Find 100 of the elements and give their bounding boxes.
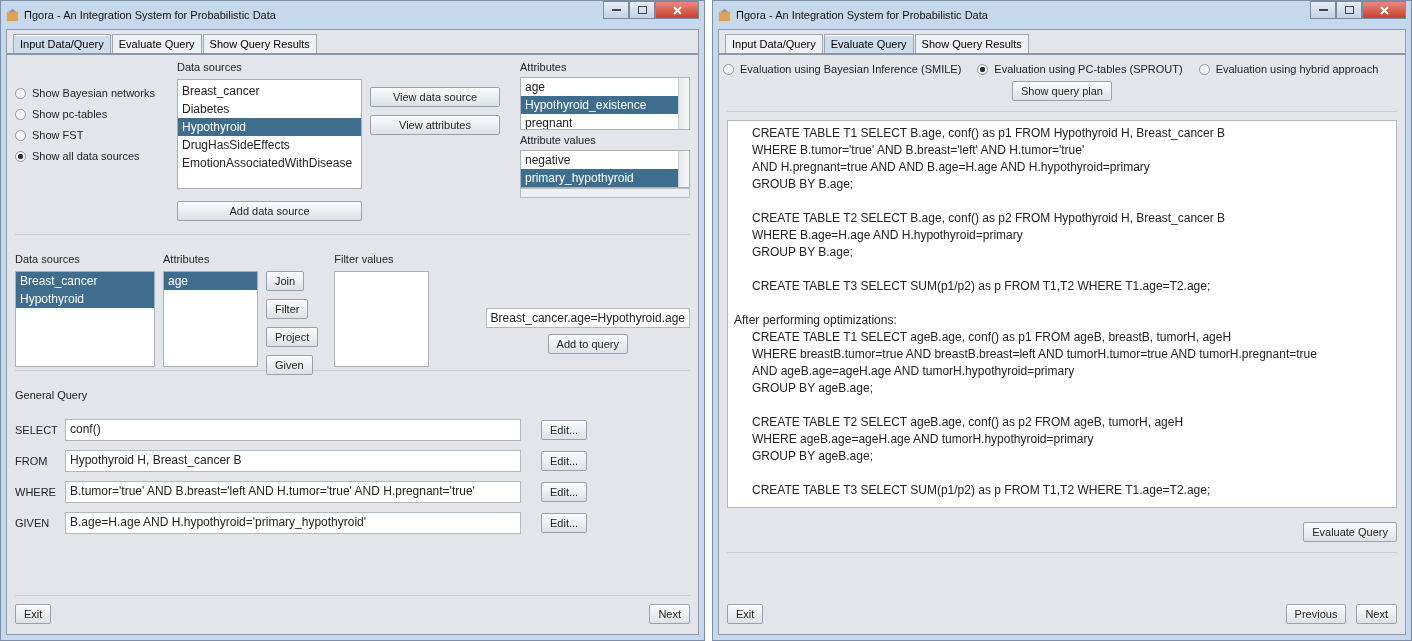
code-line: GROUP BY ageB.age; [752, 380, 874, 397]
radio-label: Show FST [32, 129, 84, 141]
footer-button[interactable]: Previous [1285, 604, 1347, 624]
radio-button[interactable] [723, 63, 734, 75]
operation-button[interactable]: Join [266, 270, 305, 291]
vertical-scrollbar[interactable] [678, 78, 689, 129]
tab[interactable]: Input Data/Query [725, 34, 823, 53]
list-item[interactable]: negative [521, 151, 678, 169]
window-title: Πgora - An Integration System for Probabilistic Data [24, 9, 276, 21]
list-item[interactable]: Diabetes [178, 100, 361, 118]
section-label: Attribute values [520, 134, 597, 146]
condition-field[interactable]: Breast_cancer.age=Hypothyroid.age [485, 307, 690, 328]
radio-button[interactable] [1198, 63, 1210, 75]
maximize-button[interactable] [1336, 1, 1362, 19]
minimize-button[interactable] [1310, 1, 1336, 19]
tab[interactable]: Input Data/Query [13, 34, 111, 53]
code-line: CREATE TABLE T3 SELECT SUM(p1/p2) as p FROM T1,T2 WHERE T1.age=T2.age; [752, 482, 1212, 499]
section-label: Attributes [163, 252, 211, 265]
list-item[interactable]: Hypothyroid_existence [521, 96, 678, 114]
radio-button[interactable] [15, 108, 26, 120]
clause-label: GIVEN [15, 516, 51, 529]
radio-button[interactable] [15, 87, 26, 99]
code-line: WHERE B.tumor='true' AND B.breast='left' AND H.tumor='true' [752, 142, 1086, 159]
horizontal-scrollbar[interactable] [520, 188, 690, 198]
list-item[interactable]: age [521, 78, 678, 96]
minimize-icon [611, 8, 621, 12]
edit-button[interactable]: Edit... [541, 450, 588, 471]
code-line: GROUP BY ageB.age; [752, 448, 874, 465]
section-label: Attributes [520, 61, 568, 73]
section-label: Filter values [334, 252, 395, 265]
tab[interactable]: Show Query Results [202, 34, 317, 53]
list-item[interactable]: primary_hypothyroid [521, 169, 678, 187]
section-label: Data sources [177, 61, 243, 73]
radio-label: Evaluation using hybrid approach [1215, 63, 1379, 75]
section-label: Data sources [15, 252, 81, 265]
show-query-plan-button[interactable]: Show query plan [1012, 81, 1112, 101]
clause-label: WHERE [15, 485, 57, 498]
radio-button[interactable] [15, 150, 26, 162]
operation-button[interactable]: Given [266, 354, 313, 375]
code-line: GROUP BY B.age; [752, 244, 854, 261]
list-item[interactable]: age [164, 271, 257, 290]
list-item[interactable]: EmotionAssociatedWithDisease [178, 154, 361, 172]
radio-label: Evaluation using Bayesian Inference (SMILE) [740, 63, 962, 75]
list-item[interactable]: DrugHasSideEffects [178, 136, 361, 154]
list-item[interactable]: Hypothyroid [178, 118, 361, 136]
edit-button[interactable]: Edit... [541, 512, 588, 533]
footer-button[interactable]: Exit [727, 604, 764, 624]
code-line: WHERE B.age=H.age AND H.hypothyroid=primary [752, 227, 1024, 244]
close-button[interactable] [655, 1, 699, 19]
query-field[interactable]: B.age=H.age AND H.hypothyroid='primary_hypothyroid' [65, 511, 521, 534]
radio-label: Show Bayesian networks [32, 87, 155, 99]
edit-button[interactable]: Edit... [541, 419, 588, 440]
code-line: CREATE TABLE T2 SELECT ageB.age, conf() as p2 FROM ageB, tumorH, ageH [752, 414, 1185, 431]
list-item[interactable]: pregnant [521, 114, 678, 129]
close-icon [672, 5, 682, 15]
code-line: CREATE TABLE T1 SELECT ageB.age, conf() as p1 FROM ageB, breastB, tumorH, ageH [752, 329, 1233, 346]
clause-label: FROM [15, 454, 49, 467]
app-icon [718, 8, 731, 22]
maximize-icon [1344, 6, 1354, 14]
footer-button[interactable]: Exit [15, 604, 52, 624]
query-field[interactable]: B.tumor='true' AND B.breast='left AND H.tumor='true' AND H.pregnant='true' [65, 480, 521, 503]
add-to-query-button[interactable]: Add to query [547, 333, 628, 354]
evaluate-query-button[interactable]: Evaluate Query [1303, 522, 1397, 542]
radio-label: Show all data sources [32, 150, 140, 162]
code-line: AND ageB.age=ageH.age AND tumorH.hypothyroid=primary [752, 363, 1076, 380]
operation-button[interactable]: Project [266, 326, 319, 347]
radio-button[interactable] [977, 63, 989, 75]
code-line: WHERE ageB.age=ageH.age AND tumorH.hypothyroid=primary [752, 431, 1095, 448]
close-button[interactable] [1362, 1, 1406, 19]
operation-button[interactable]: Filter [266, 298, 309, 319]
edit-button[interactable]: Edit... [541, 481, 588, 502]
tab[interactable]: Evaluate Query [111, 34, 202, 53]
view-button[interactable]: View attributes [370, 115, 500, 135]
radio-label: Evaluation using PC-tables (SPROUT) [994, 63, 1183, 75]
app-icon [6, 8, 19, 22]
minimize-button[interactable] [603, 1, 629, 19]
minimize-icon [1318, 8, 1328, 12]
list-item[interactable]: Breast_cancer [16, 271, 154, 290]
vertical-scrollbar[interactable] [678, 151, 689, 187]
add-data-source-button[interactable]: Add data source [177, 201, 362, 221]
radio-button[interactable] [15, 129, 26, 141]
code-line: CREATE TABLE T1 SELECT B.age, conf() as p1 FROM Hypothyroid H, Breast_cancer B [752, 125, 1227, 142]
list-item[interactable]: Breast_cancer [178, 82, 361, 100]
code-line: CREATE TABLE T3 SELECT SUM(p1/p2) as p FROM T1,T2 WHERE T1.age=T2.age; [752, 278, 1212, 295]
section-heading: After performing optimizations: [734, 312, 898, 329]
code-line: WHERE breastB.tumor=true AND breastB.breast=left AND tumorH.tumor=true AND tumorH.pregnant=true [752, 346, 1318, 363]
maximize-icon [637, 6, 647, 14]
window-title: Πgora - An Integration System for Probabilistic Data [736, 9, 988, 21]
code-line: GROUB BY B.age; [752, 176, 855, 193]
footer-button[interactable]: Next [1356, 604, 1397, 624]
query-field[interactable]: Hypothyroid H, Breast_cancer B [65, 449, 521, 472]
radio-label: Show pc-tables [32, 108, 108, 120]
maximize-button[interactable] [629, 1, 655, 19]
tab[interactable]: Evaluate Query [823, 34, 914, 53]
footer-button[interactable]: Next [649, 604, 690, 624]
tab[interactable]: Show Query Results [914, 34, 1029, 53]
clause-label: SELECT [15, 423, 59, 436]
query-field[interactable]: conf() [65, 418, 521, 441]
view-button[interactable]: View data source [370, 87, 500, 107]
code-line: AND H.pregnant=true AND AND B.age=H.age AND H.hypothyroid=primary [752, 159, 1151, 176]
